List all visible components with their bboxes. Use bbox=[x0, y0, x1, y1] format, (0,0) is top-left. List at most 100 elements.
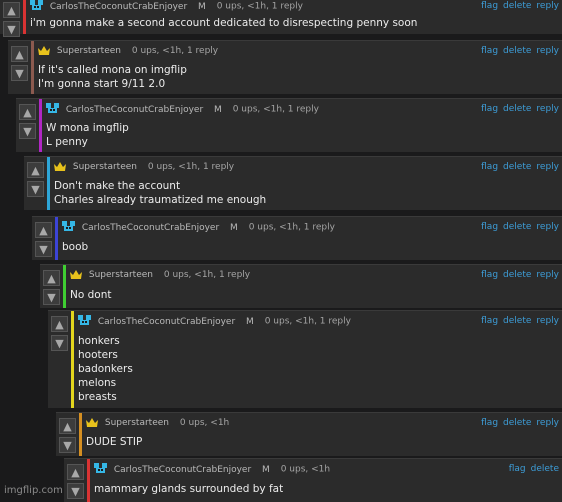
comment-stats: 0 ups, <1h, 1 reply bbox=[131, 46, 219, 56]
comment-meta: CarlosTheCoconutCrabEnjoyer M 0 ups, <1h bbox=[94, 463, 562, 475]
crown-icon bbox=[86, 418, 98, 427]
username-link[interactable]: Superstarteen bbox=[73, 162, 137, 172]
flag-link[interactable]: flag bbox=[481, 222, 498, 232]
crab-avatar-icon bbox=[62, 221, 75, 231]
comment-body: Superstarteen 0 ups, <1h, 1 reply flag de… bbox=[70, 265, 562, 308]
delete-link[interactable]: delete bbox=[503, 104, 531, 114]
comment-body: CarlosTheCoconutCrabEnjoyer M 0 ups, <1h… bbox=[62, 217, 562, 260]
crown-icon bbox=[70, 270, 82, 279]
downvote-icon[interactable]: ▼ bbox=[51, 335, 68, 351]
comment-text: i'm gonna make a second account dedicate… bbox=[30, 17, 418, 29]
comment-stats: 0 ups, <1h, 1 reply bbox=[232, 104, 319, 115]
delete-link[interactable]: delete bbox=[531, 464, 559, 474]
comment-body: CarlosTheCoconutCrabEnjoyer M 0 ups, <1h… bbox=[30, 0, 562, 34]
crab-avatar-icon bbox=[30, 0, 43, 10]
upvote-icon[interactable]: ▲ bbox=[51, 316, 68, 332]
flag-link[interactable]: flag bbox=[481, 104, 498, 114]
comment-8: ▲ ▼ CarlosTheCoconutCrabEnjoyer M 0 ups,… bbox=[64, 458, 562, 502]
comment-text: mammary glands surrounded by fat bbox=[94, 483, 284, 495]
upvote-icon[interactable]: ▲ bbox=[19, 104, 36, 120]
comment-text: boob bbox=[62, 241, 89, 253]
comment-actions: flag delete reply bbox=[476, 315, 559, 327]
username-link[interactable]: Superstarteen bbox=[105, 418, 169, 428]
comment-stats: 0 ups, <1h, 1 reply bbox=[264, 316, 351, 327]
thread-bar bbox=[47, 157, 50, 210]
vote-controls: ▲ ▼ bbox=[35, 222, 55, 260]
downvote-icon[interactable]: ▼ bbox=[35, 241, 52, 257]
delete-link[interactable]: delete bbox=[503, 316, 531, 326]
username-link[interactable]: Superstarteen bbox=[57, 46, 121, 56]
thread-bar bbox=[71, 311, 74, 408]
comment-actions: flag delete reply bbox=[476, 269, 559, 281]
thread-bar bbox=[79, 413, 82, 456]
downvote-icon[interactable]: ▼ bbox=[27, 181, 44, 197]
comment-body: Superstarteen 0 ups, <1h flag delete reply… bbox=[86, 413, 562, 456]
mod-badge: M bbox=[246, 316, 254, 327]
downvote-icon[interactable]: ▼ bbox=[43, 289, 60, 305]
reply-link[interactable]: reply bbox=[536, 162, 559, 172]
thread-bar bbox=[23, 0, 26, 34]
thread-bar bbox=[31, 41, 34, 94]
vote-controls: ▲ ▼ bbox=[51, 316, 71, 354]
flag-link[interactable]: flag bbox=[481, 162, 498, 172]
mod-badge: M bbox=[214, 104, 222, 115]
upvote-icon[interactable]: ▲ bbox=[27, 162, 44, 178]
username-link[interactable]: CarlosTheCoconutCrabEnjoyer bbox=[50, 2, 187, 12]
reply-link[interactable]: reply bbox=[536, 222, 559, 232]
downvote-icon[interactable]: ▼ bbox=[11, 65, 28, 81]
thread-bar bbox=[63, 265, 66, 308]
comment-body: Superstarteen 0 ups, <1h, 1 reply flag de… bbox=[38, 41, 562, 94]
downvote-icon[interactable]: ▼ bbox=[19, 123, 36, 139]
vote-controls: ▲ ▼ bbox=[67, 464, 87, 502]
upvote-icon[interactable]: ▲ bbox=[3, 2, 20, 18]
crown-icon bbox=[38, 46, 50, 55]
delete-link[interactable]: delete bbox=[503, 46, 531, 56]
comment-text: Don't make the account Charles already t… bbox=[54, 180, 267, 206]
username-link[interactable]: CarlosTheCoconutCrabEnjoyer bbox=[66, 105, 203, 115]
downvote-icon[interactable]: ▼ bbox=[3, 21, 20, 37]
mod-badge: M bbox=[230, 222, 238, 233]
comment-body: CarlosTheCoconutCrabEnjoyer M 0 ups, <1h… bbox=[78, 311, 562, 408]
flag-link[interactable]: flag bbox=[481, 316, 498, 326]
flag-link[interactable]: flag bbox=[509, 464, 526, 474]
upvote-icon[interactable]: ▲ bbox=[43, 270, 60, 286]
comment-actions: flag delete reply bbox=[476, 45, 559, 57]
reply-link[interactable]: reply bbox=[536, 270, 559, 280]
flag-link[interactable]: flag bbox=[481, 270, 498, 280]
downvote-icon[interactable]: ▼ bbox=[67, 483, 84, 499]
delete-link[interactable]: delete bbox=[503, 162, 531, 172]
delete-link[interactable]: delete bbox=[503, 418, 531, 428]
comment-actions: flag delete reply bbox=[476, 221, 559, 233]
crown-icon bbox=[54, 162, 66, 171]
reply-link[interactable]: reply bbox=[536, 1, 559, 11]
reply-link[interactable]: reply bbox=[536, 418, 559, 428]
delete-link[interactable]: delete bbox=[503, 1, 531, 11]
comment-text: DUDE STIP bbox=[86, 436, 143, 448]
downvote-icon[interactable]: ▼ bbox=[59, 437, 76, 453]
vote-controls: ▲ ▼ bbox=[19, 104, 39, 142]
upvote-icon[interactable]: ▲ bbox=[11, 46, 28, 62]
reply-link[interactable]: reply bbox=[536, 104, 559, 114]
vote-controls: ▲ ▼ bbox=[43, 270, 63, 308]
vote-controls: ▲ ▼ bbox=[3, 2, 23, 40]
flag-link[interactable]: flag bbox=[481, 1, 498, 11]
comment-3: ▲ ▼ Superstarteen 0 ups, <1h, 1 reply fl… bbox=[24, 156, 562, 210]
delete-link[interactable]: delete bbox=[503, 270, 531, 280]
comment-body: Superstarteen 0 ups, <1h, 1 reply flag de… bbox=[54, 157, 562, 210]
upvote-icon[interactable]: ▲ bbox=[67, 464, 84, 480]
flag-link[interactable]: flag bbox=[481, 418, 498, 428]
username-link[interactable]: CarlosTheCoconutCrabEnjoyer bbox=[98, 317, 235, 327]
comment-7: ▲ ▼ Superstarteen 0 ups, <1h flag delete r… bbox=[56, 412, 562, 456]
username-link[interactable]: CarlosTheCoconutCrabEnjoyer bbox=[82, 223, 219, 233]
crab-avatar-icon bbox=[46, 103, 59, 113]
flag-link[interactable]: flag bbox=[481, 46, 498, 56]
upvote-icon[interactable]: ▲ bbox=[59, 418, 76, 434]
delete-link[interactable]: delete bbox=[503, 222, 531, 232]
upvote-icon[interactable]: ▲ bbox=[35, 222, 52, 238]
mod-badge: M bbox=[198, 1, 206, 12]
username-link[interactable]: Superstarteen bbox=[89, 270, 153, 280]
reply-link[interactable]: reply bbox=[536, 316, 559, 326]
reply-link[interactable]: reply bbox=[536, 46, 559, 56]
comment-5: ▲ ▼ Superstarteen 0 ups, <1h, 1 reply fl… bbox=[40, 264, 562, 308]
username-link[interactable]: CarlosTheCoconutCrabEnjoyer bbox=[114, 465, 251, 475]
